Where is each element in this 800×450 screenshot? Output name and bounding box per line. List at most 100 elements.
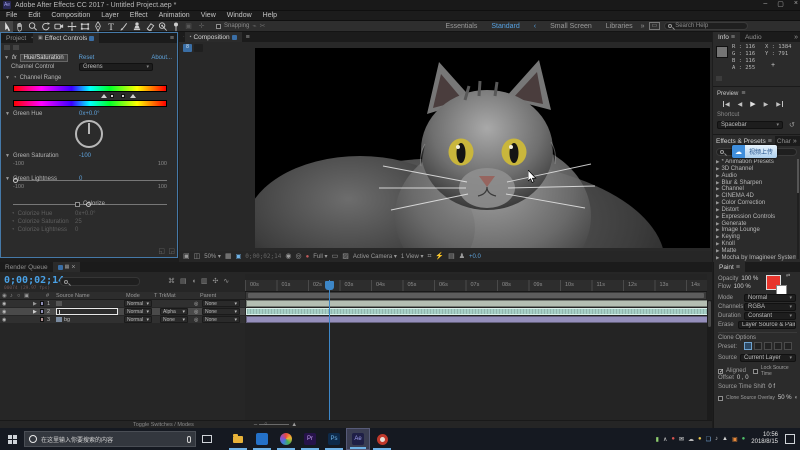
tab-render-queue[interactable]: Render Queue [0,262,53,272]
parent-pickwhip-icon[interactable]: ◎ [194,309,198,315]
eye-icon[interactable]: ◉ [2,301,6,307]
eye-icon[interactable]: ◉ [2,317,6,323]
clone-source-overlay-value[interactable]: 50 % [778,395,792,401]
toggle-switches-label[interactable]: Toggle Switches / Modes [133,422,194,428]
effects-category[interactable]: ▶3D Channel [716,166,796,173]
menu-view[interactable]: View [201,12,216,19]
tab-character[interactable]: Char [775,136,793,146]
hand-mini-icon[interactable]: ◫ [194,253,201,260]
panel-resize-icon[interactable]: ◲ [168,248,175,255]
tray-network-icon[interactable]: ▲ [722,436,728,442]
graph-editor-icon[interactable]: ∿ [223,277,229,285]
source-time-shift-value[interactable]: 0 f [768,384,775,390]
panel-menu-icon[interactable]: ≡ [170,35,174,42]
taskbar-search-box[interactable]: 在这里输入你要搜索的内容 [24,431,196,447]
effects-category[interactable]: ▶CINEMA 4D [716,193,796,200]
pan-behind-tool[interactable] [65,21,78,32]
camera-dropdown[interactable]: Active Camera ▾ [353,253,397,260]
taskbar-app-blue[interactable] [250,428,274,450]
clone-preset-3[interactable] [764,342,772,350]
hand-tool[interactable] [13,21,26,32]
tab-project[interactable]: Project [1,33,31,43]
swap-colors-icon[interactable]: ⇄ [786,274,790,279]
effects-category[interactable]: ▶Matte [716,248,796,255]
panel-resize-icon[interactable]: ◱ [158,248,165,255]
tray-mail-icon[interactable]: ✉ [679,436,684,443]
twirl-icon[interactable]: ▶ [716,173,719,178]
frame-blend-icon[interactable]: ▥ [201,277,208,285]
twirl-icon[interactable]: ▶ [716,255,719,260]
timeline-timecode[interactable]: 0;00;02;14 [4,275,64,286]
pixel-aspect-icon[interactable]: ⌗ [427,253,431,260]
resolution-dropdown[interactable]: Full ▾ [313,253,327,260]
range-handle-icon[interactable] [101,94,107,98]
tab-effect-controls[interactable]: ▣ Effect Controls [33,33,99,43]
last-frame-button[interactable]: ▶ [776,101,783,108]
zoom-tool[interactable] [26,21,39,32]
time-ruler[interactable]: 00s01s02s03s04s05s06s07s08s09s10s11s12s1… [245,280,707,292]
reset-shortcut-icon[interactable]: ↺ [789,122,795,129]
mode-header[interactable]: Mode [126,293,140,299]
clock[interactable]: 10:56 2018/8/15 [751,432,778,446]
first-frame-button[interactable]: ◀ [723,101,730,108]
clone-preset-1[interactable] [744,342,752,350]
stopwatch-icon[interactable]: ◔ [13,75,17,81]
channel-control-dropdown[interactable]: Greens▾ [79,63,153,71]
tray-volume-icon[interactable]: ♪ [715,436,718,442]
tray-chat-icon[interactable]: ❑ [706,436,711,443]
difference-mode-icon[interactable]: ◐ [795,395,799,401]
minimize-button[interactable]: – [763,0,767,8]
composition-flowchart-icon[interactable]: ⌘ [168,277,175,285]
source-name-header[interactable]: Source Name [56,293,90,299]
workspace-essentials[interactable]: Essentials [445,23,477,30]
green-saturation-value[interactable]: -100 [79,153,91,159]
layer-name-edit-box[interactable] [56,308,118,315]
grid-guides-icon[interactable]: ▦ [225,253,232,260]
motion-blur-icon[interactable]: ✣ [212,277,218,285]
green-hue-value[interactable]: 0x+0.0° [79,111,100,117]
comp-mini-flowchart-icon[interactable]: 8 [183,44,192,52]
range-handle-icon[interactable] [121,94,125,98]
effects-category[interactable]: ▶* Animation Presets [716,159,796,166]
blend-mode-dropdown[interactable]: Normal▾ [124,316,152,323]
label-color-chip[interactable] [40,301,44,306]
menu-effect[interactable]: Effect [130,12,148,19]
taskbar-app-premiere[interactable]: Pr [298,428,322,450]
parent-pickwhip-icon[interactable]: ◎ [194,317,198,323]
workspace-standard[interactable]: Standard [491,23,519,30]
workspace-libraries[interactable]: Libraries [606,23,633,30]
mask-feather-icon[interactable]: ✂ [260,23,266,30]
twirl-icon[interactable]: ▶ [716,207,719,212]
blend-mode-dropdown[interactable]: Normal▾ [124,300,152,307]
start-button[interactable] [0,428,24,450]
zoom-out-icon[interactable]: – [254,422,257,428]
layer-row-1[interactable]: ◉ ▶ 1 Normal▾ ◎ None▾ [0,300,245,308]
twirl-icon[interactable]: ▶ [716,186,719,191]
tray-ime-icon[interactable]: ▣ [732,436,738,443]
previous-frame-button[interactable]: ◀ [738,101,743,108]
range-handle-icon[interactable] [110,94,114,98]
task-view-button[interactable] [196,428,218,450]
roi-icon[interactable]: ▣ [236,253,242,260]
align-tool-icon[interactable]: ✛ [195,21,208,32]
twirl-icon[interactable]: ▶ [716,214,719,219]
tab-composition[interactable]: ▪ Composition [185,32,242,42]
clone-source-dropdown[interactable]: Current Layer▾ [740,354,796,362]
trkmat-dropdown[interactable]: Alpha▾ [160,308,188,315]
roto-brush-tool[interactable] [156,21,169,32]
twirl-icon[interactable]: ▶ [716,193,719,198]
type-tool[interactable]: T [104,21,117,32]
twirl-icon[interactable]: ▶ [716,234,719,239]
selection-tool[interactable] [0,21,13,32]
effects-category[interactable]: ▶Keying [716,234,796,241]
trkmat-dropdown[interactable]: None▾ [160,316,188,323]
zoom-slider-handle[interactable]: ○ [264,422,267,427]
effects-category[interactable]: ▶Knoll [716,241,796,248]
comp-timecode[interactable]: 0;00;02;14 [245,253,281,260]
twirl-icon[interactable]: ▶ [716,200,719,205]
label-color-chip[interactable] [40,317,44,322]
menu-file[interactable]: File [6,12,17,19]
effect-name[interactable]: Hue/Saturation [20,54,68,62]
clone-stamp-tool[interactable] [130,21,143,32]
timeline-mini-icon[interactable]: ▤ [448,253,455,260]
